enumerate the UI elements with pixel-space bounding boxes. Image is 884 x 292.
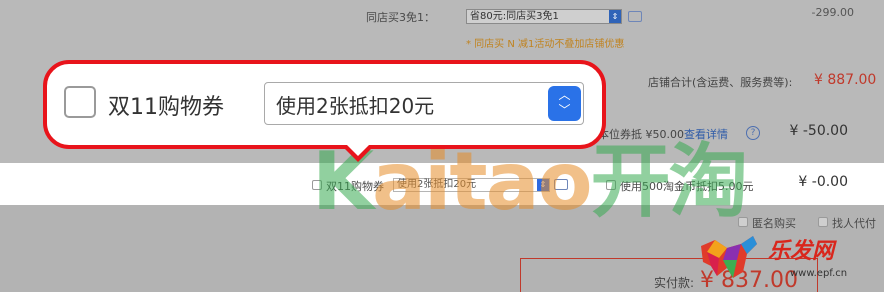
spinner-icon: ⇕ <box>609 10 621 23</box>
promo-amount: -299.00 <box>811 6 854 19</box>
callout-select-value: 使用2张抵扣20元 <box>276 94 435 118</box>
bull-logo-icon <box>701 236 757 278</box>
help-icon[interactable]: ? <box>746 126 760 140</box>
promo-select-value: 省80元:同店买3免1 <box>470 11 559 22</box>
callout-checkbox[interactable] <box>64 86 96 118</box>
shop-total-label: 店铺合计(含运费、服务费等): <box>648 76 793 89</box>
row-amount: ¥ -0.00 <box>798 174 848 190</box>
chevron-up-icon: ︿ <box>558 88 571 102</box>
shop-total-value: ¥ 887.00 <box>814 72 877 88</box>
logo-text: 乐发网 <box>768 239 835 264</box>
coupon-amount: ¥ -50.00 <box>789 123 849 139</box>
proxy-pay-checkbox[interactable] <box>818 217 828 227</box>
chat-icon[interactable] <box>628 11 642 22</box>
callout-label: 双11购物券 <box>108 95 224 120</box>
watermark-cn: 开淘 <box>590 135 749 228</box>
callout-tail <box>346 144 370 156</box>
logo-url: www.epf.cn <box>790 268 848 279</box>
chevron-down-icon: ﹀ <box>558 103 571 117</box>
watermark-logo: Kaitao开淘 <box>312 142 749 222</box>
promo-select[interactable]: 省80元:同店买3免1 ⇕ <box>466 9 622 24</box>
proxy-pay-label: 找人代付 <box>832 217 876 230</box>
promo-note: * 同店买 N 减1活动不叠加店铺优惠 <box>466 39 625 50</box>
promo-label: 同店买3免1： <box>366 11 435 24</box>
pay-label: 实付款: <box>654 276 695 290</box>
select-spinner-icon[interactable]: ︿ ﹀ <box>548 86 581 121</box>
anonymous-checkbox[interactable] <box>738 217 748 227</box>
anonymous-label: 匿名购买 <box>752 217 796 230</box>
